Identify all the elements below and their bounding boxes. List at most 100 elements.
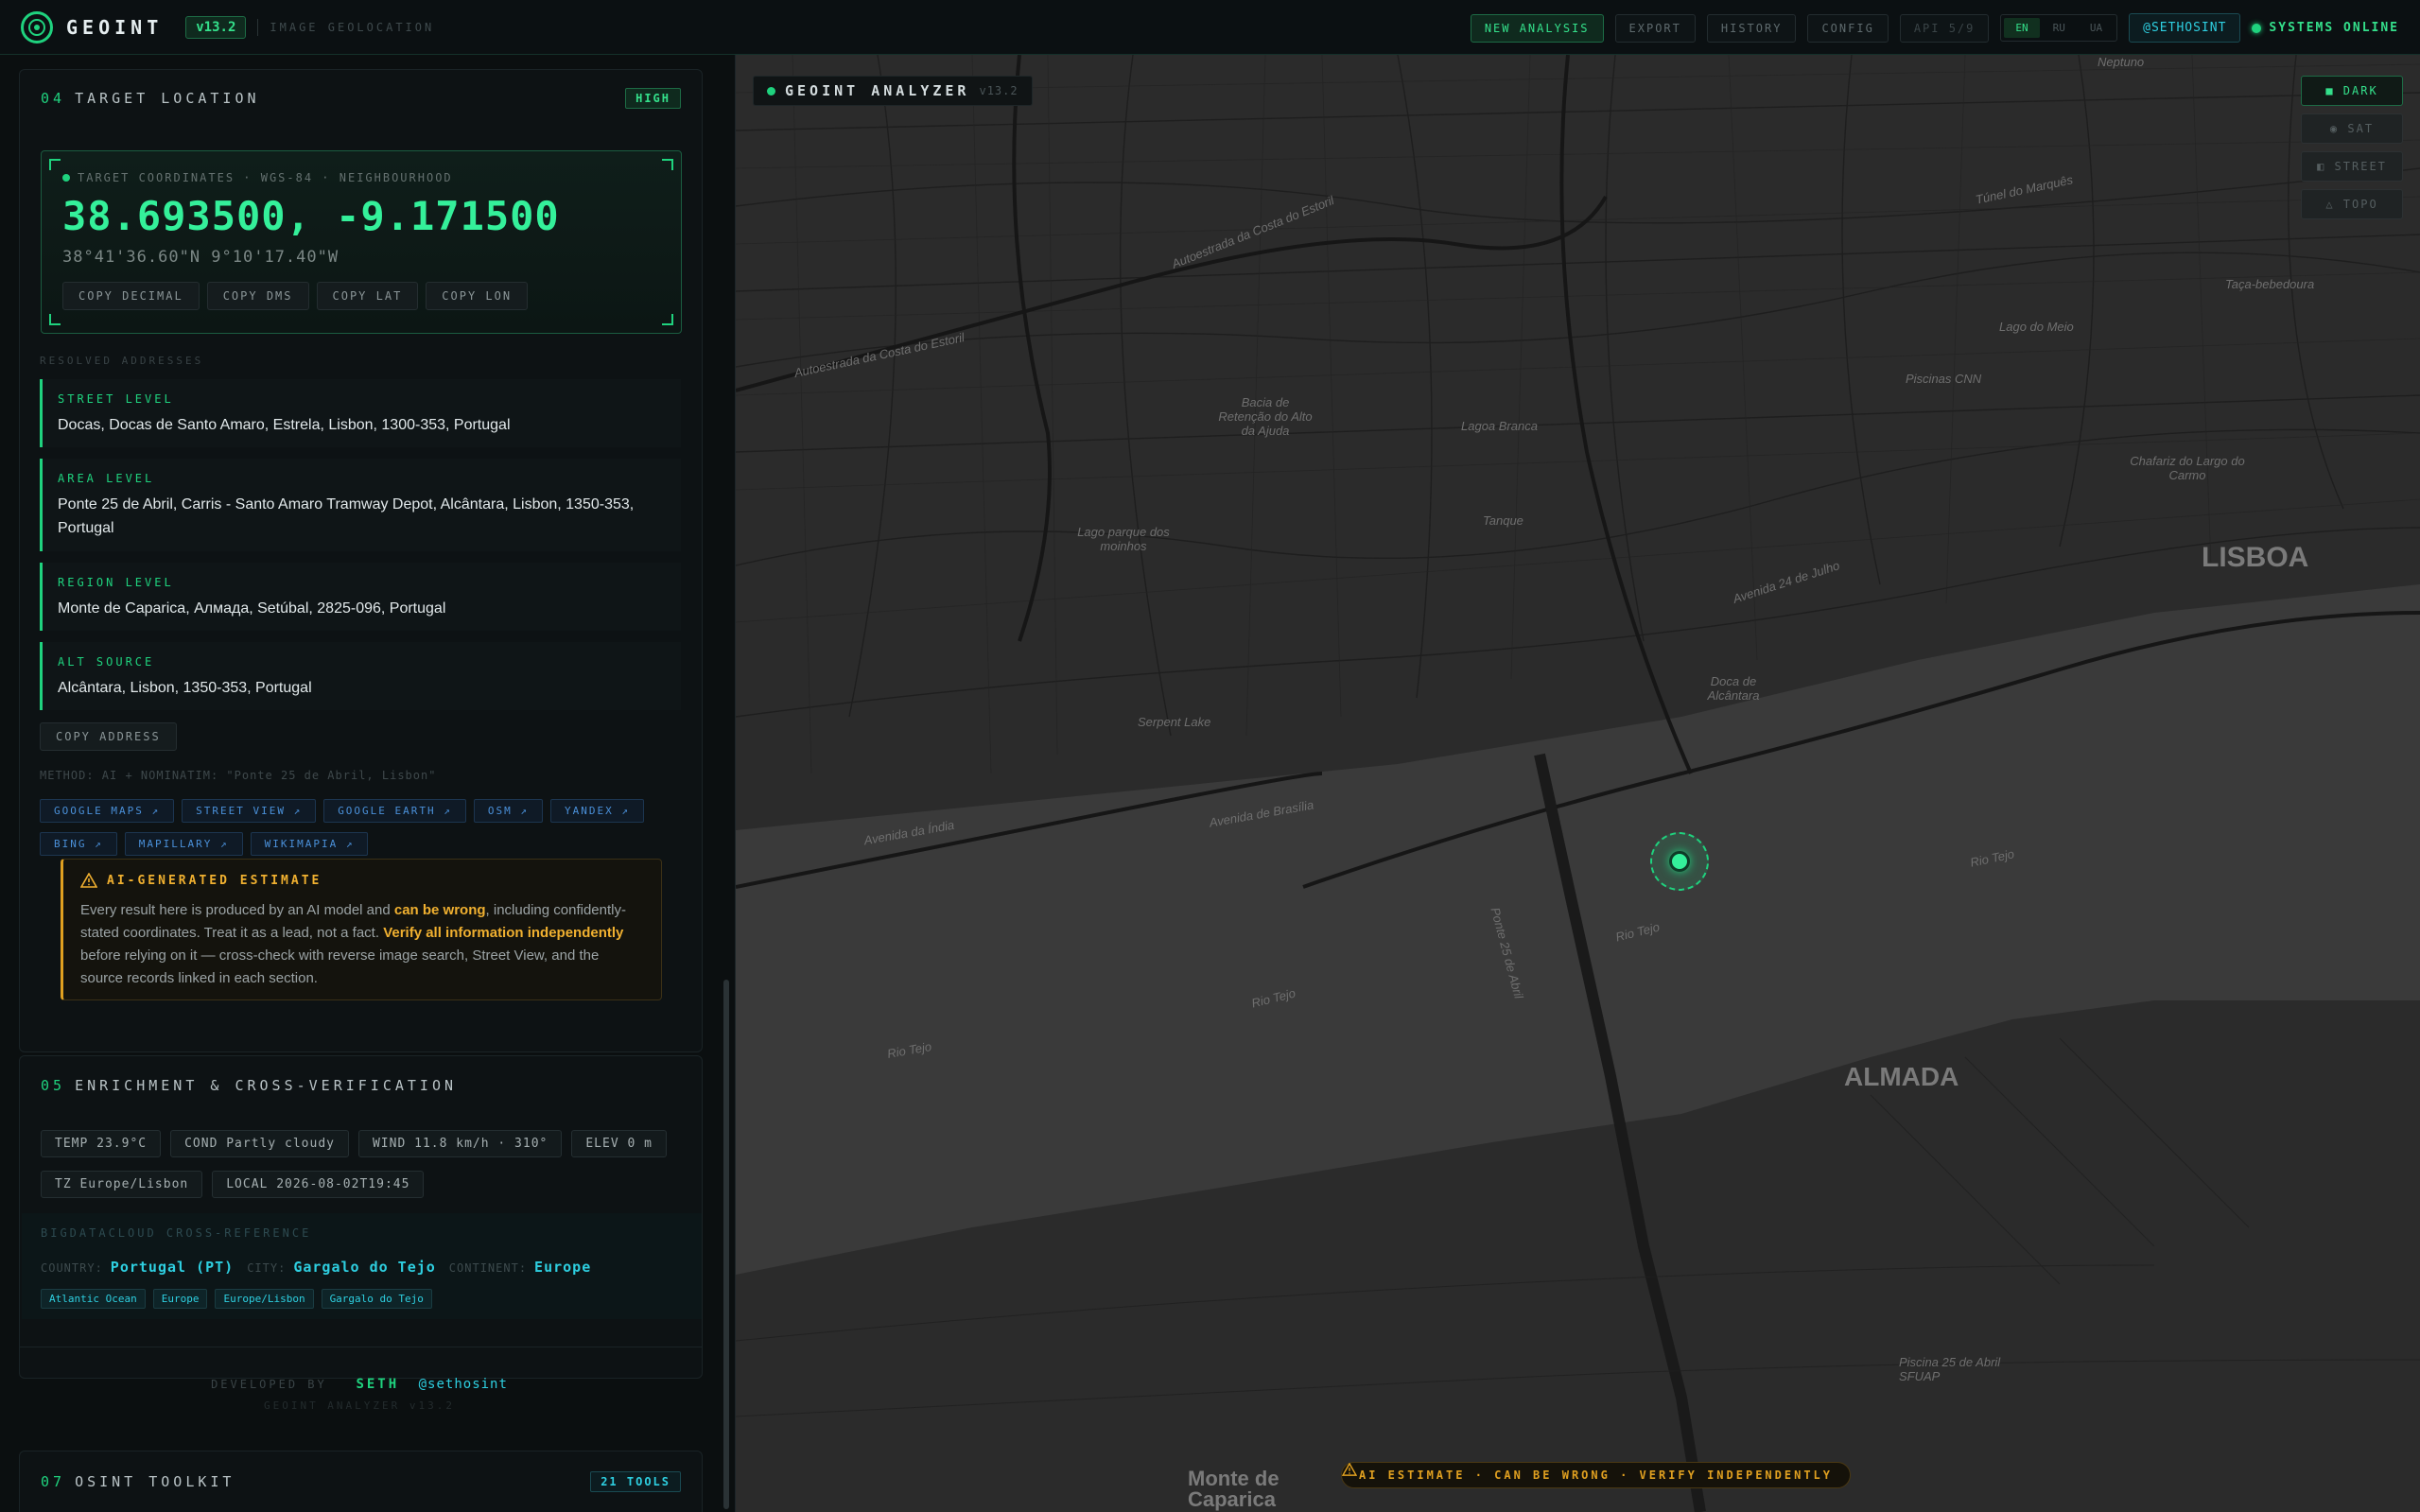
target-marker[interactable] [1650,832,1709,891]
map-layer-switcher: ■ DARK ◉ SAT ◧ STREET △ TOPO [2301,76,2403,219]
map-title-badge: GEOINT ANALYZER v13.2 [753,76,1033,106]
address-text: Monte de Caparica, Алмада, Setúbal, 2825… [58,600,446,617]
warning-icon [80,873,97,888]
corner-mark [49,159,61,170]
yandex-link[interactable]: YANDEX ↗ [550,799,645,823]
map-version: v13.2 [979,84,1018,97]
warning-text: Every result here is produced by an AI m… [80,902,626,986]
copy-lat-button[interactable]: COPY LAT [316,282,419,310]
divider [257,18,259,36]
address-text: Docas, Docas de Santo Amaro, Estrela, Li… [58,417,511,433]
coordinates-box: TARGET COORDINATES · WGS-84 · NEIGHBOURH… [41,150,682,334]
map-label-tanque: Tanque [1483,513,1523,528]
new-analysis-button[interactable]: NEW ANALYSIS [1470,13,1604,43]
layer-street-button[interactable]: ◧ STREET [2301,151,2403,182]
copy-lon-button[interactable]: COPY LON [426,282,529,310]
region-tag: Atlantic Ocean [41,1289,146,1309]
address-street: STREET LEVEL Docas, Docas de Santo Amaro… [40,379,681,447]
card-title: 05 ENRICHMENT & CROSS-VERIFICATION [41,1077,458,1094]
history-button[interactable]: HISTORY [1706,13,1797,43]
layer-dark-button[interactable]: ■ DARK [2301,76,2403,106]
map-warning-banner: AI ESTIMATE · CAN BE WRONG · VERIFY INDE… [1341,1462,1852,1488]
copy-dms-button[interactable]: COPY DMS [206,282,309,310]
lang-ua-button[interactable]: UA [2079,18,2114,38]
map-label-lago-meio: Lago do Meio [1999,320,2074,334]
config-button[interactable]: CONFIG [1807,13,1889,43]
address-area: AREA LEVEL Ponte 25 de Abril, Carris - S… [40,459,681,551]
continent-value: Europe [534,1259,592,1276]
wind-chip: WIND 11.8 km/h · 310° [357,1130,563,1157]
warning-icon [1342,1463,1357,1476]
address-level: ALT SOURCE [58,655,155,669]
version-badge: v13.2 [185,15,247,39]
developer-handle[interactable]: @sethosint [419,1377,508,1392]
map-label-chafariz: Chafariz do Largo do Carmo [2130,454,2245,482]
map-label-lagoa-branca: Lagoa Branca [1461,419,1538,433]
ai-warning-box: AI-GENERATED ESTIMATE Every result here … [61,859,662,1000]
corner-mark [662,314,673,325]
condition-chip: COND Partly cloudy [170,1130,349,1157]
app-subtitle: IMAGE GEOLOCATION [270,20,435,34]
tools-count-badge: 21 TOOLS [590,1471,681,1492]
map-label-lago-parque: Lago parque dos moinhos [1077,525,1170,553]
map-links: GOOGLE MAPS ↗ STREET VIEW ↗ GOOGLE EARTH… [40,799,692,856]
export-button[interactable]: EXPORT [1614,13,1696,43]
map-title: GEOINT ANALYZER [785,82,970,99]
live-dot-icon [767,86,775,96]
developer-name: SETH [356,1377,400,1392]
map-label-almada: ALMADA [1844,1062,1959,1091]
confidence-badge: HIGH [625,88,681,109]
layer-topo-button[interactable]: △ TOPO [2301,189,2403,219]
map-label-serpent-lake: Serpent Lake [1138,715,1211,729]
osint-toolkit-card: 07 OSINT TOOLKIT 21 TOOLS [19,1451,703,1512]
street-view-link[interactable]: STREET VIEW ↗ [182,799,317,823]
coordinates-decimal: 38.693500, -9.171500 [62,193,560,239]
osm-link[interactable]: OSM ↗ [473,799,544,823]
app-version-footer: GEOINT ANALYZER v13.2 [263,1399,456,1412]
status-text: SYSTEMS ONLINE [2269,21,2399,35]
left-panel[interactable]: 04 TARGET LOCATION HIGH TARGET COORDINATE… [0,55,736,1512]
coordinates-dms: 38°41'36.60"N 9°10'17.40"W [62,248,339,267]
bigdatacloud-label: BIGDATACLOUD CROSS-REFERENCE [41,1226,312,1240]
handle-link[interactable]: @SETHOSINT [2129,13,2241,43]
corner-mark [662,159,673,170]
google-maps-link[interactable]: GOOGLE MAPS ↗ [40,799,175,823]
map-canvas [736,55,2420,1512]
region-tag: Gargalo do Tejo [321,1289,432,1309]
local-time-chip: LOCAL 2026-08-02T19:45 [212,1171,425,1198]
status-dot-icon [2252,23,2262,33]
developer-credit: DEVELOPED BY SETH @sethosint [211,1377,508,1392]
lang-ru-button[interactable]: RU [2042,18,2077,38]
address-alt-source: ALT SOURCE Alcântara, Lisbon, 1350-353, … [40,642,681,710]
address-text: Alcântara, Lisbon, 1350-353, Portugal [58,680,312,696]
bing-link[interactable]: BING ↗ [40,832,117,856]
map-view[interactable]: LISBOA ALMADA Monte de Caparica Rio Tejo… [736,55,2420,1512]
lang-en-button[interactable]: EN [2004,18,2040,38]
brand-name: GEOINT [66,15,164,39]
bigdatacloud-section: BIGDATACLOUD CROSS-REFERENCE COUNTRY: Por… [22,1213,702,1319]
panel-scrollbar[interactable] [723,980,729,1509]
method-text: METHOD: AI + NOMINATIM: "Ponte 25 de Abr… [40,769,437,782]
map-label-monte-caparica: Monte de Caparica [1188,1467,1280,1511]
map-label-piscina: Piscina 25 de Abril SFUAP [1899,1355,2001,1383]
country-value: Portugal (PT) [110,1259,235,1276]
map-label-bacia: Bacia de Retenção do Alto da Ajuda [1218,395,1313,438]
elevation-chip: ELEV 0 m [571,1130,667,1157]
map-label-neptuno: Neptuno [2098,55,2145,69]
google-earth-link[interactable]: GOOGLE EARTH ↗ [323,799,466,823]
map-label-piscinas: Piscinas CNN [1906,372,1982,386]
wikimapia-link[interactable]: WIKIMAPIA ↗ [250,832,369,856]
marker-center-icon [1669,851,1690,872]
bigdatacloud-values: COUNTRY: Portugal (PT) CITY: Gargalo do Te… [41,1259,592,1276]
corner-mark [49,314,61,325]
map-label-taca: Taça-bebedoura [2225,277,2315,291]
copy-decimal-button[interactable]: COPY DECIMAL [62,282,200,310]
top-bar: GEOINT v13.2 IMAGE GEOLOCATION NEW ANALY… [0,0,2420,55]
api-usage-badge: API 5/9 [1899,13,1990,43]
copy-address-button[interactable]: COPY ADDRESS [40,722,177,751]
layer-sat-button[interactable]: ◉ SAT [2301,113,2403,144]
mapillary-link[interactable]: MAPILLARY ↗ [124,832,243,856]
address-level: REGION LEVEL [58,576,174,589]
warning-title: AI-GENERATED ESTIMATE [107,873,322,888]
map-label-lisboa: LISBOA [2202,542,2309,573]
